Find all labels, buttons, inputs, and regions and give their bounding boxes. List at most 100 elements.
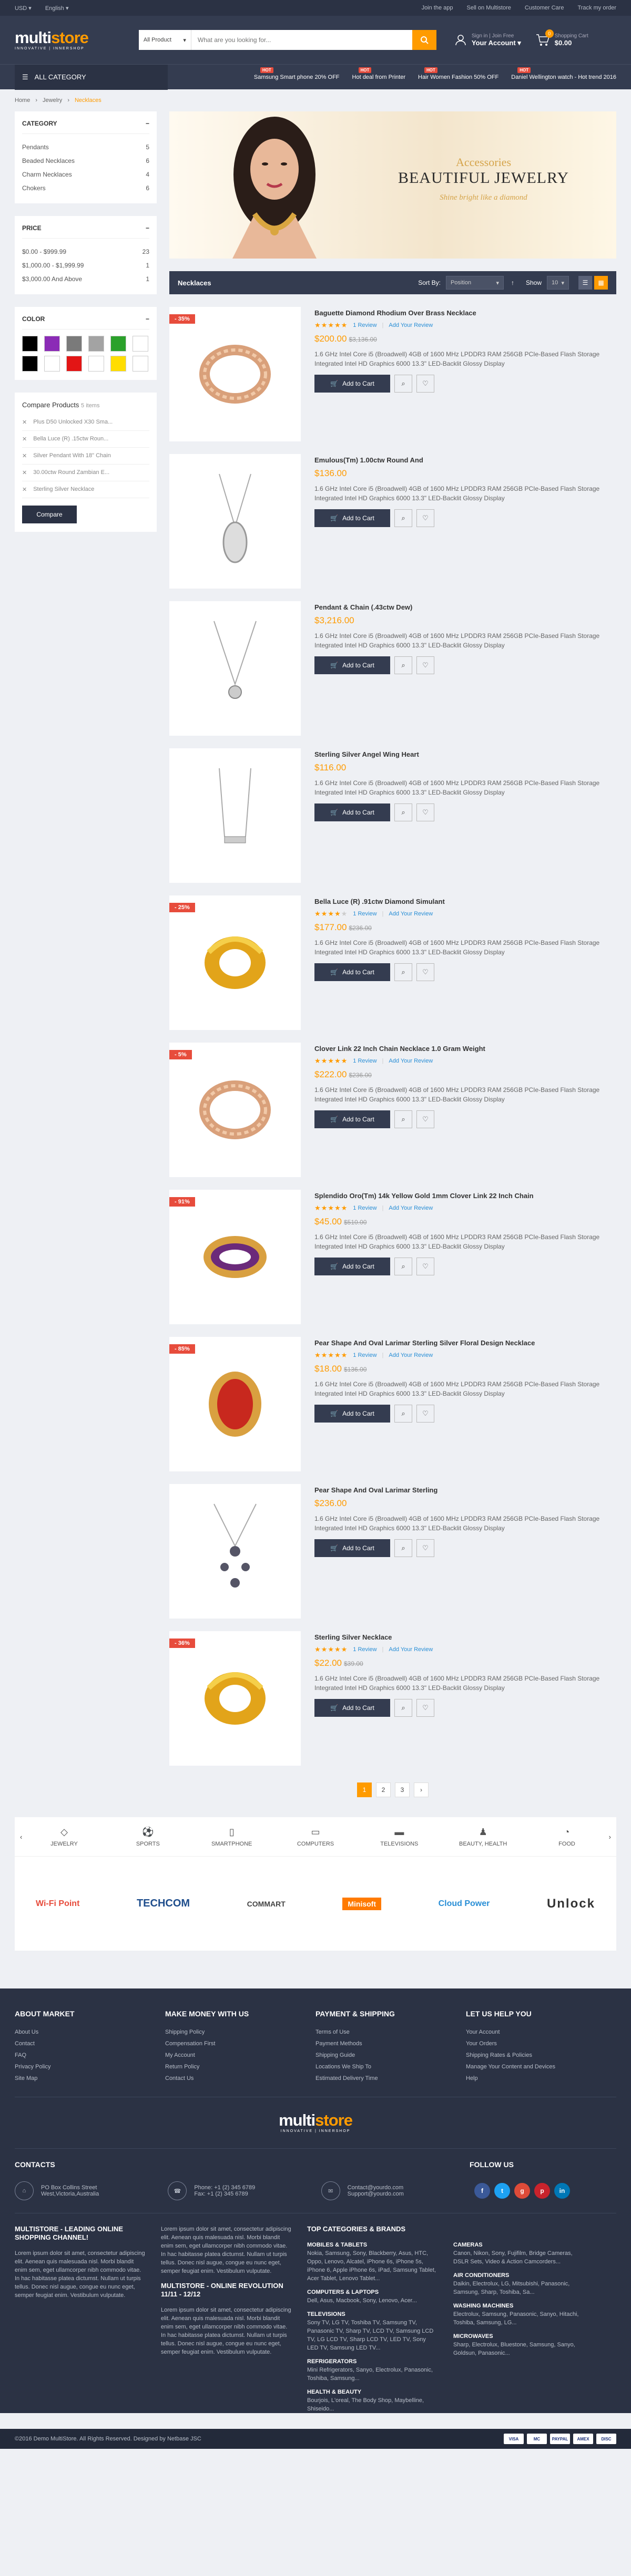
add-to-cart-button[interactable]: 🛒 Add to Cart: [314, 656, 390, 674]
quick-view-icon[interactable]: ⌕: [394, 1539, 412, 1557]
brand-group-list[interactable]: Dell, Asus, Macbook, Sony, Lenovo, Acer.…: [307, 2296, 439, 2305]
compare-button[interactable]: Compare: [22, 506, 77, 523]
quick-view-icon[interactable]: ⌕: [394, 1405, 412, 1423]
brand-logo[interactable]: TECHCOM: [137, 1898, 190, 1910]
color-swatch[interactable]: [66, 356, 82, 372]
quick-view-icon[interactable]: ⌕: [394, 1699, 412, 1717]
remove-icon[interactable]: ✕: [22, 452, 27, 459]
category-item[interactable]: Beaded Necklaces 6: [22, 154, 149, 168]
color-swatch[interactable]: [133, 336, 148, 352]
brand-group-list[interactable]: Bourjois, L'oreal, The Body Shop, Maybel…: [307, 2396, 439, 2413]
footer-link[interactable]: Your Orders: [466, 2038, 616, 2049]
brand-logo[interactable]: Minisoft: [342, 1897, 381, 1910]
footer-link[interactable]: Manage Your Content and Devices: [466, 2061, 616, 2073]
wishlist-icon[interactable]: ♡: [416, 375, 434, 393]
brand-group-list[interactable]: Daikin, Electrolux, LG, Mitsubishi, Pana…: [453, 2280, 585, 2296]
reviews-link[interactable]: 1 Review: [353, 1058, 376, 1064]
show-count-select[interactable]: 10 ▾: [547, 276, 569, 290]
add-to-cart-button[interactable]: 🛒 Add to Cart: [314, 1539, 390, 1557]
add-review-link[interactable]: Add Your Review: [389, 1205, 433, 1211]
product-image-link[interactable]: [169, 748, 301, 883]
product-name[interactable]: Bella Luce (R) .91ctw Diamond Simulant: [314, 898, 445, 905]
reviews-link[interactable]: 1 Review: [353, 322, 376, 328]
footer-link[interactable]: Estimated Delivery Time: [316, 2073, 466, 2084]
product-image-link[interactable]: - 25%: [169, 895, 301, 1030]
footer-link[interactable]: Shipping Guide: [316, 2049, 466, 2061]
footer-link[interactable]: Privacy Policy: [15, 2061, 165, 2073]
wishlist-icon[interactable]: ♡: [416, 1699, 434, 1717]
footer-link[interactable]: Compensation First: [165, 2038, 316, 2049]
add-review-link[interactable]: Add Your Review: [389, 1058, 433, 1064]
add-to-cart-button[interactable]: 🛒 Add to Cart: [314, 375, 390, 393]
googleplus-icon[interactable]: g: [514, 2183, 530, 2199]
category-strip-item[interactable]: ▭ COMPUTERS: [273, 1827, 357, 1847]
remove-icon[interactable]: ✕: [22, 486, 27, 493]
all-category-button[interactable]: ☰ All Category: [15, 64, 168, 90]
price-range-item[interactable]: $3,000.00 And Above 1: [22, 272, 149, 286]
price-range-item[interactable]: $1,000.00 - $1,999.99 1: [22, 259, 149, 272]
cart-button[interactable]: 0 Shopping Cart $0.00: [536, 29, 588, 47]
category-item[interactable]: Pendants 5: [22, 140, 149, 154]
product-name[interactable]: Pear Shape And Oval Larimar Sterling: [314, 1486, 437, 1494]
sort-select[interactable]: Position ▾: [445, 276, 504, 290]
quick-view-icon[interactable]: ⌕: [394, 803, 412, 821]
category-strip-item[interactable]: ♟ BEAUTY, HEALTH: [441, 1827, 525, 1847]
color-swatch[interactable]: [22, 336, 38, 352]
footer-logo[interactable]: multistore INNOVATIVE | INNERSHOP: [15, 2097, 616, 2148]
wishlist-icon[interactable]: ♡: [416, 803, 434, 821]
brand-logo[interactable]: Cloud Power: [439, 1899, 490, 1909]
footer-link[interactable]: Your Account: [466, 2026, 616, 2038]
search-button[interactable]: [412, 30, 436, 50]
linkedin-icon[interactable]: in: [554, 2183, 570, 2199]
hot-item[interactable]: HOT Hot deal from Printer: [352, 67, 405, 80]
customer-care-link[interactable]: Customer Care: [525, 5, 564, 11]
color-swatch[interactable]: [88, 356, 104, 372]
brand-logo[interactable]: Unlock: [547, 1897, 595, 1911]
remove-icon[interactable]: ✕: [22, 436, 27, 442]
product-image-link[interactable]: - 5%: [169, 1043, 301, 1177]
hot-item[interactable]: HOT Samsung Smart phone 20% OFF: [254, 67, 340, 80]
category-strip-item[interactable]: ▯ SMARTPHONE: [190, 1827, 273, 1847]
category-item[interactable]: Chokers 6: [22, 181, 149, 195]
wishlist-icon[interactable]: ♡: [416, 1405, 434, 1423]
add-to-cart-button[interactable]: 🛒 Add to Cart: [314, 963, 390, 981]
category-strip-item[interactable]: ⚽ SPORTS: [106, 1827, 190, 1847]
product-name[interactable]: Pear Shape And Oval Larimar Sterling Sil…: [314, 1339, 535, 1347]
logo[interactable]: multistore INNOVATIVE | INNERSHOP: [15, 29, 89, 50]
add-to-cart-button[interactable]: 🛒 Add to Cart: [314, 1699, 390, 1717]
category-item[interactable]: Charm Necklaces 4: [22, 168, 149, 181]
wishlist-icon[interactable]: ♡: [416, 1539, 434, 1557]
language-select[interactable]: English ▾: [45, 5, 69, 12]
product-name[interactable]: Clover Link 22 Inch Chain Necklace 1.0 G…: [314, 1045, 485, 1053]
color-swatch[interactable]: [110, 356, 126, 372]
grid-view-icon[interactable]: ▦: [594, 276, 608, 290]
wishlist-icon[interactable]: ♡: [416, 963, 434, 981]
product-image-link[interactable]: [169, 1484, 301, 1619]
track-order-link[interactable]: Track my order: [577, 5, 616, 11]
quick-view-icon[interactable]: ⌕: [394, 1258, 412, 1275]
sell-link[interactable]: Sell on Multistore: [467, 5, 511, 11]
product-image-link[interactable]: - 35%: [169, 307, 301, 441]
sort-direction-icon[interactable]: ↑: [506, 276, 520, 290]
product-image-link[interactable]: - 85%: [169, 1337, 301, 1471]
remove-icon[interactable]: ✕: [22, 419, 27, 426]
quick-view-icon[interactable]: ⌕: [394, 963, 412, 981]
color-swatch[interactable]: [110, 336, 126, 352]
color-swatch[interactable]: [44, 336, 60, 352]
product-image-link[interactable]: - 91%: [169, 1190, 301, 1324]
wishlist-icon[interactable]: ♡: [416, 1110, 434, 1128]
add-review-link[interactable]: Add Your Review: [389, 911, 433, 917]
facebook-icon[interactable]: f: [474, 2183, 490, 2199]
search-category-select[interactable]: All Product ▾: [138, 30, 191, 50]
collapse-icon[interactable]: −: [146, 120, 149, 127]
category-strip-item[interactable]: ◔ FOOD: [525, 1827, 608, 1847]
list-view-icon[interactable]: ☰: [578, 276, 592, 290]
add-to-cart-button[interactable]: 🛒 Add to Cart: [314, 509, 390, 527]
quick-view-icon[interactable]: ⌕: [394, 1110, 412, 1128]
reviews-link[interactable]: 1 Review: [353, 1646, 376, 1653]
page-1[interactable]: 1: [357, 1782, 372, 1797]
twitter-icon[interactable]: t: [494, 2183, 510, 2199]
add-to-cart-button[interactable]: 🛒 Add to Cart: [314, 1258, 390, 1275]
add-review-link[interactable]: Add Your Review: [389, 1646, 433, 1653]
product-image-link[interactable]: - 36%: [169, 1631, 301, 1766]
